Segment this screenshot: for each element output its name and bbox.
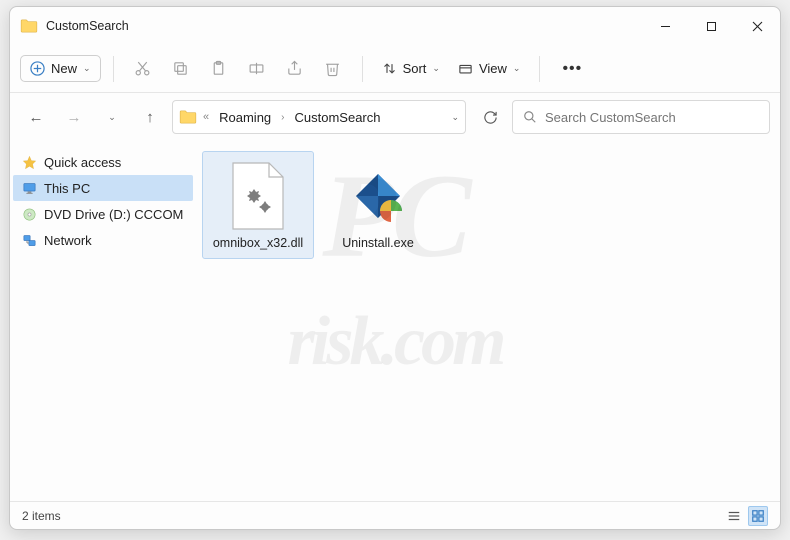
window-title: CustomSearch <box>46 19 642 33</box>
share-button[interactable] <box>278 52 312 86</box>
window-controls <box>642 7 780 45</box>
search-box[interactable] <box>512 100 770 134</box>
new-label: New <box>51 61 77 76</box>
chevron-right-icon: › <box>281 112 284 123</box>
sidebar-item-this-pc[interactable]: This PC <box>13 175 193 201</box>
close-button[interactable] <box>734 7 780 45</box>
view-button[interactable]: View ⌄ <box>451 56 528 81</box>
refresh-button[interactable] <box>474 101 506 133</box>
item-count: 2 items <box>22 509 61 523</box>
sidebar-item-quick-access[interactable]: Quick access <box>10 149 196 175</box>
details-view-toggle[interactable] <box>724 506 744 526</box>
search-input[interactable] <box>545 110 759 125</box>
search-icon <box>523 110 537 124</box>
folder-icon <box>20 19 38 33</box>
back-button[interactable]: ← <box>20 101 52 133</box>
maximize-button[interactable] <box>688 7 734 45</box>
star-icon <box>22 155 37 170</box>
file-name: Uninstall.exe <box>342 236 414 250</box>
copy-button[interactable] <box>164 52 198 86</box>
sidebar-item-label: Network <box>44 233 92 248</box>
view-label: View <box>479 61 507 76</box>
network-icon <box>22 233 37 248</box>
cut-button[interactable] <box>126 52 160 86</box>
sidebar: Quick access This PC DVD Drive (D:) CCCO… <box>10 141 196 501</box>
disc-icon <box>22 207 37 222</box>
nav-row: ← → ⌄ ↑ « Roaming › CustomSearch ⌄ <box>10 93 780 141</box>
breadcrumb-roaming[interactable]: Roaming <box>215 108 275 127</box>
icons-view-toggle[interactable] <box>748 506 768 526</box>
sidebar-item-label: DVD Drive (D:) CCCOM <box>44 207 183 222</box>
content-area: Quick access This PC DVD Drive (D:) CCCO… <box>10 141 780 501</box>
up-button[interactable]: ↑ <box>134 101 166 133</box>
breadcrumb-customsearch[interactable]: CustomSearch <box>291 108 385 127</box>
file-name: omnibox_x32.dll <box>213 236 303 250</box>
new-button[interactable]: New ⌄ <box>20 55 101 82</box>
forward-button[interactable]: → <box>58 101 90 133</box>
explorer-window: CustomSearch New ⌄ Sort ⌄ View ⌄ <box>9 6 781 530</box>
pc-icon <box>22 181 37 196</box>
chevron-down-icon: ⌄ <box>83 63 91 74</box>
chevron-down-icon: ⌄ <box>432 63 440 74</box>
paste-button[interactable] <box>202 52 236 86</box>
exe-file-icon <box>342 160 414 232</box>
dll-file-icon <box>222 160 294 232</box>
address-bar[interactable]: « Roaming › CustomSearch ⌄ <box>172 100 466 134</box>
sort-button[interactable]: Sort ⌄ <box>375 56 447 81</box>
recent-button[interactable]: ⌄ <box>96 101 128 133</box>
titlebar: CustomSearch <box>10 7 780 45</box>
separator <box>362 56 363 82</box>
more-button[interactable]: ••• <box>552 60 592 78</box>
chevron-down-icon: ⌄ <box>513 63 521 74</box>
sort-label: Sort <box>403 61 427 76</box>
chevron-down-icon[interactable]: ⌄ <box>451 112 459 123</box>
minimize-button[interactable] <box>642 7 688 45</box>
sidebar-item-label: This PC <box>44 181 90 196</box>
status-bar: 2 items <box>10 501 780 529</box>
separator <box>113 56 114 82</box>
sidebar-item-network[interactable]: Network <box>10 227 196 253</box>
file-item-dll[interactable]: omnibox_x32.dll <box>202 151 314 259</box>
sidebar-item-label: Quick access <box>44 155 121 170</box>
delete-button[interactable] <box>316 52 350 86</box>
sidebar-item-dvd-drive[interactable]: DVD Drive (D:) CCCOM <box>10 201 196 227</box>
file-pane[interactable]: omnibox_x32.dll <box>196 141 780 501</box>
breadcrumb-ellipsis[interactable]: « <box>203 111 209 123</box>
separator <box>539 56 540 82</box>
file-item-exe[interactable]: Uninstall.exe <box>322 151 434 259</box>
folder-icon <box>179 110 197 124</box>
rename-button[interactable] <box>240 52 274 86</box>
toolbar: New ⌄ Sort ⌄ View ⌄ ••• <box>10 45 780 93</box>
